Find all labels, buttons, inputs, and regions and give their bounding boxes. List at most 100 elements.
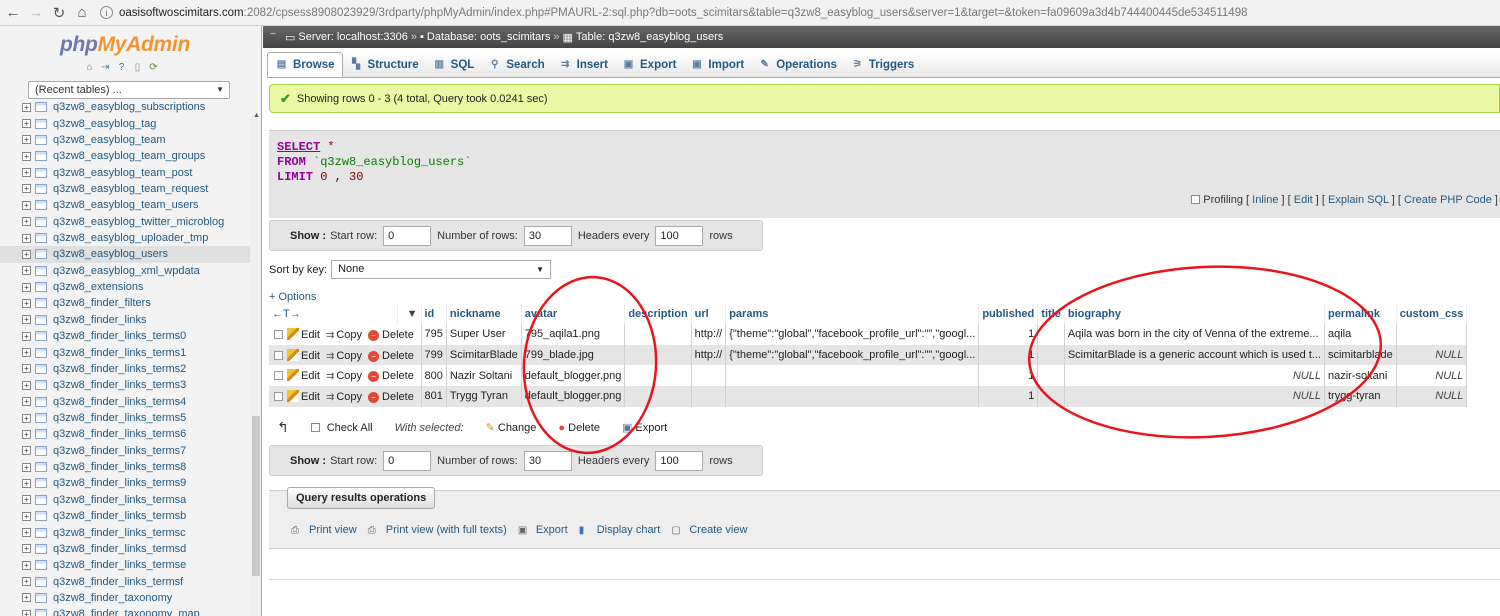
copy-link[interactable]: Copy — [336, 350, 362, 362]
tab-operations[interactable]: ✎ Operations — [751, 52, 844, 77]
cell-id[interactable]: 799 — [421, 344, 447, 366]
column-permalink[interactable]: permalink — [1324, 304, 1397, 324]
expand-icon[interactable]: + — [22, 102, 31, 112]
tab-sql[interactable]: ▥ SQL — [426, 52, 482, 77]
cell-id[interactable]: 800 — [421, 365, 447, 387]
sidebar-item-q3zw8-finder-taxonomy-map[interactable]: + q3zw8_finder_taxonomy_map — [0, 606, 250, 616]
settings-icon[interactable]: ⟳ — [148, 62, 159, 73]
number-of-rows-input[interactable]: 30 — [523, 450, 572, 471]
cell-nickname[interactable]: ScimitarBlade — [446, 344, 522, 366]
recent-tables-select[interactable]: (Recent tables) ... ▼ — [28, 81, 230, 99]
sidebar-item-q3zw8-finder-links-terms8[interactable]: + q3zw8_finder_links_terms8 — [0, 459, 250, 475]
cell-permalink[interactable]: nazir-soltani — [1324, 365, 1397, 387]
sql-keyword-select[interactable]: SELECT — [277, 140, 320, 154]
cell-biography[interactable]: ScimitarBlade is a generic account which… — [1064, 344, 1325, 366]
cell-avatar[interactable]: 795_aqila1.png — [521, 324, 626, 345]
sidebar-item-q3zw8-easyblog-team-post[interactable]: + q3zw8_easyblog_team_post — [0, 164, 250, 180]
delete-link[interactable]: Delete — [382, 329, 414, 341]
copy-link[interactable]: Copy — [336, 370, 362, 382]
sidebar-item-q3zw8-finder-links-termsb[interactable]: + q3zw8_finder_links_termsb — [0, 508, 250, 524]
cell-title[interactable] — [1037, 344, 1065, 366]
cell-description[interactable] — [624, 386, 692, 407]
expand-icon[interactable]: + — [22, 577, 31, 587]
explain-sql-link[interactable]: Explain SQL — [1328, 194, 1389, 206]
expand-icon[interactable]: + — [22, 217, 31, 227]
delete-link[interactable]: Delete — [382, 391, 414, 403]
cell-title[interactable] — [1037, 386, 1065, 407]
cell-nickname[interactable]: Super User — [446, 324, 522, 345]
cell-custom-css[interactable]: NULL — [1396, 344, 1468, 366]
home-icon[interactable]: ⌂ — [72, 3, 92, 23]
sidebar-item-q3zw8-finder-links-termse[interactable]: + q3zw8_finder_links_termse — [0, 557, 250, 573]
breadcrumb-server[interactable]: Server: localhost:3306 — [298, 31, 407, 43]
tab-search[interactable]: ⚲ Search — [481, 52, 551, 77]
print-view-full-link[interactable]: Print view (with full texts) — [386, 524, 507, 536]
back-icon[interactable]: ← — [3, 3, 23, 23]
expand-icon[interactable]: + — [22, 282, 31, 292]
row-checkbox[interactable] — [274, 329, 283, 339]
column-published[interactable]: published — [978, 304, 1039, 324]
sidebar-item-q3zw8-easyblog-users[interactable]: + q3zw8_easyblog_users — [0, 246, 250, 263]
column-custom-css[interactable]: custom_css — [1396, 304, 1468, 324]
sidebar-item-q3zw8-finder-taxonomy[interactable]: + q3zw8_finder_taxonomy — [0, 590, 250, 606]
cell-permalink[interactable]: aqila — [1324, 324, 1397, 345]
expand-icon[interactable]: + — [22, 397, 31, 407]
edit-link[interactable]: Edit — [301, 391, 320, 403]
cell-custom-css[interactable]: NULL — [1396, 386, 1468, 407]
cell-custom-css[interactable]: NULL — [1396, 365, 1468, 387]
tab-browse[interactable]: ▤ Browse — [267, 52, 343, 77]
column-avatar[interactable]: avatar — [521, 304, 626, 324]
collapse-icon[interactable]: − — [267, 29, 279, 43]
expand-icon[interactable]: + — [22, 135, 31, 145]
docs-icon[interactable]: ▯ — [132, 62, 143, 73]
cell-avatar[interactable]: 799_blade.jpg — [521, 344, 626, 366]
column-biography[interactable]: biography — [1064, 304, 1325, 324]
home-icon[interactable]: ⌂ — [84, 62, 95, 73]
column-id[interactable]: id — [421, 304, 447, 324]
expand-icon[interactable]: + — [22, 380, 31, 390]
expand-icon[interactable]: + — [22, 478, 31, 488]
sort-arrow-header[interactable]: ▼ — [397, 304, 422, 324]
sidebar-item-q3zw8-finder-links-terms4[interactable]: + q3zw8_finder_links_terms4 — [0, 393, 250, 409]
expand-icon[interactable]: + — [22, 184, 31, 194]
cell-url[interactable] — [691, 386, 727, 407]
sidebar-item-q3zw8-finder-links-termsd[interactable]: + q3zw8_finder_links_termsd — [0, 541, 250, 557]
expand-icon[interactable]: + — [22, 593, 31, 603]
copy-link[interactable]: Copy — [336, 329, 362, 341]
export-link[interactable]: Export — [536, 524, 568, 536]
edit-link[interactable]: Edit — [301, 350, 320, 362]
create-php-code-link[interactable]: Create PHP Code — [1404, 194, 1492, 206]
expand-icon[interactable]: + — [22, 348, 31, 358]
cell-description[interactable] — [624, 344, 692, 366]
sidebar-item-q3zw8-finder-links-terms2[interactable]: + q3zw8_finder_links_terms2 — [0, 361, 250, 377]
help-icon[interactable]: ? — [116, 62, 127, 73]
cell-avatar[interactable]: default_blogger.png — [521, 386, 626, 407]
expand-icon[interactable]: + — [22, 298, 31, 308]
cell-published[interactable]: 1 — [978, 386, 1039, 407]
sidebar-item-q3zw8-finder-links-terms5[interactable]: + q3zw8_finder_links_terms5 — [0, 410, 250, 426]
row-checkbox[interactable] — [274, 350, 283, 360]
sort-by-key-select[interactable]: None ▼ — [331, 260, 552, 279]
breadcrumb-table[interactable]: Table: q3zw8_easyblog_users — [576, 31, 723, 43]
print-view-link[interactable]: Print view — [309, 524, 357, 536]
expand-icon[interactable]: + — [22, 200, 31, 210]
expand-icon[interactable]: + — [22, 331, 31, 341]
sidebar-item-q3zw8-easyblog-uploader-tmp[interactable]: + q3zw8_easyblog_uploader_tmp — [0, 230, 250, 246]
tab-insert[interactable]: ⇉ Insert — [552, 52, 615, 77]
cell-description[interactable] — [624, 365, 692, 387]
cell-params[interactable]: {"theme":"global","facebook_profile_url"… — [725, 344, 980, 366]
cell-biography[interactable]: Aqila was born in the city of Venna of t… — [1064, 324, 1325, 345]
cell-nickname[interactable]: Nazir Soltani — [446, 365, 522, 387]
expand-icon[interactable]: + — [22, 168, 31, 178]
tab-triggers[interactable]: ⚞ Triggers — [844, 52, 921, 77]
expand-icon[interactable]: + — [22, 609, 31, 616]
edit-link[interactable]: Edit — [1294, 194, 1313, 206]
sidebar-item-q3zw8-finder-links-terms9[interactable]: + q3zw8_finder_links_terms9 — [0, 475, 250, 491]
expand-icon[interactable]: + — [22, 266, 31, 276]
column-nickname[interactable]: nickname — [446, 304, 522, 324]
column-params[interactable]: params — [725, 304, 980, 324]
sidebar-item-q3zw8-easyblog-twitter-microblog[interactable]: + q3zw8_easyblog_twitter_microblog — [0, 214, 250, 230]
sidebar-item-q3zw8-easyblog-team-groups[interactable]: + q3zw8_easyblog_team_groups — [0, 148, 250, 164]
sidebar-item-q3zw8-finder-links-termsf[interactable]: + q3zw8_finder_links_termsf — [0, 573, 250, 589]
check-all-label[interactable]: Check All — [327, 422, 373, 434]
